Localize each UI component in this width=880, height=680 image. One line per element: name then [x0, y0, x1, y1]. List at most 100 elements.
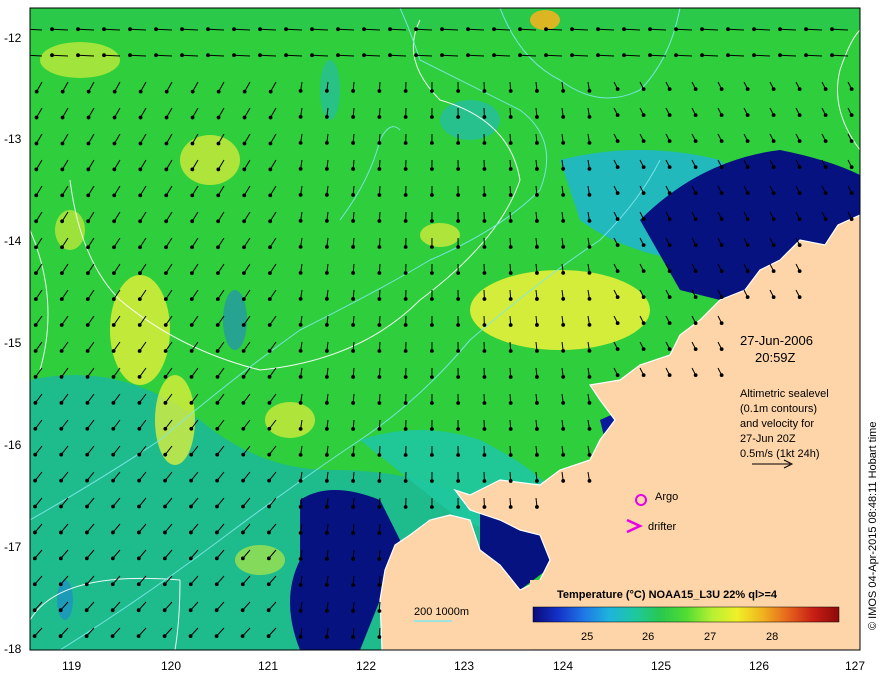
- velocity-arrow-head: [258, 53, 262, 58]
- velocity-arrow-head: [190, 193, 195, 198]
- velocity-arrow-head: [797, 139, 802, 144]
- velocity-arrow-head: [482, 219, 487, 223]
- velocity-arrow-head: [268, 141, 273, 146]
- velocity-arrow-head: [771, 139, 776, 144]
- lon-tick-label: 126: [749, 659, 769, 673]
- velocity-arrow-head: [216, 141, 221, 146]
- velocity-arrow-head: [215, 374, 220, 379]
- velocity-arrow-head: [482, 271, 487, 275]
- velocity-arrow-head: [561, 89, 566, 93]
- velocity-arrow-head: [849, 87, 854, 92]
- velocity-arrow-head: [111, 374, 116, 379]
- velocity-arrow-head: [60, 193, 65, 198]
- velocity-arrow-head: [535, 453, 539, 457]
- velocity-arrow-head: [189, 349, 194, 353]
- velocity-arrow-head: [298, 296, 303, 301]
- velocity-arrow-head: [351, 583, 356, 587]
- velocity-arrow-head: [849, 113, 854, 118]
- velocity-arrow-head: [324, 297, 329, 301]
- velocity-arrow-head: [377, 635, 382, 639]
- velocity-arrow-head: [693, 243, 698, 248]
- velocity-arrow-head: [351, 271, 356, 275]
- velocity-arrow-head: [298, 634, 303, 639]
- velocity-arrow-head: [456, 89, 461, 93]
- velocity-arrow-head: [324, 635, 329, 639]
- velocity-arrow-head: [456, 245, 461, 249]
- lat-tick-label: -15: [4, 336, 22, 350]
- velocity-arrow-head: [615, 347, 620, 352]
- velocity-arrow-head: [111, 400, 116, 405]
- velocity-arrow-head: [298, 608, 303, 613]
- velocity-arrow-head: [189, 504, 193, 509]
- velocity-arrow-head: [324, 505, 329, 509]
- velocity-arrow-head: [163, 297, 168, 302]
- velocity-arrow-head: [561, 271, 566, 275]
- velocity-arrow-head: [86, 115, 91, 120]
- velocity-arrow-head: [298, 504, 303, 509]
- velocity-arrow-head: [190, 219, 195, 224]
- velocity-arrow-head: [771, 243, 776, 248]
- velocity-arrow-head: [667, 191, 672, 196]
- velocity-arrow-head: [641, 165, 646, 170]
- legend-title: Temperature (°C) NOAA15_L3U 22% ql>=4: [557, 589, 778, 601]
- velocity-arrow-head: [242, 193, 247, 198]
- velocity-arrow-head: [59, 374, 64, 379]
- velocity-arrow-head: [700, 27, 704, 32]
- lat-tick-label: -17: [4, 540, 22, 554]
- velocity-arrow-head: [719, 373, 724, 378]
- velocity-arrow-head: [587, 374, 592, 379]
- velocity-arrow-head: [137, 349, 142, 353]
- velocity-arrow-head: [58, 582, 63, 587]
- lat-tick-label: -18: [4, 642, 22, 656]
- velocity-arrow-head: [33, 530, 37, 535]
- velocity-arrow-head: [162, 634, 167, 639]
- velocity-arrow-head: [138, 141, 143, 146]
- velocity-arrow-head: [430, 245, 434, 249]
- velocity-arrow-head: [85, 504, 89, 509]
- velocity-arrow-head: [232, 53, 236, 58]
- velocity-arrow-head: [508, 245, 513, 249]
- velocity-arrow-head: [797, 295, 802, 300]
- velocity-arrow-head: [377, 583, 382, 587]
- velocity-arrow-head: [351, 453, 356, 457]
- velocity-arrow-head: [215, 426, 220, 431]
- velocity-arrow-head: [59, 349, 64, 353]
- velocity-arrow-head: [267, 426, 272, 431]
- velocity-arrow-head: [377, 505, 382, 509]
- velocity-arrow-head: [324, 557, 329, 561]
- lon-tick-label: 122: [356, 659, 376, 673]
- velocity-arrow-head: [403, 271, 408, 275]
- velocity-arrow-head: [456, 297, 461, 301]
- credit-text: © IMOS 04-Apr-2015 08:48:11 Hobart time: [867, 422, 879, 630]
- velocity-arrow-head: [771, 269, 776, 274]
- velocity-arrow-head: [456, 219, 461, 223]
- velocity-arrow-head: [587, 270, 592, 275]
- velocity-arrow-head: [377, 479, 382, 483]
- velocity-arrow-head: [215, 452, 220, 457]
- velocity-arrow-head: [797, 165, 802, 170]
- velocity-arrow-head: [267, 323, 272, 327]
- velocity-arrow-head: [482, 375, 487, 379]
- velocity-arrow-head: [298, 218, 303, 223]
- info-line-2: (0.1m contours): [740, 403, 817, 415]
- velocity-arrow-head: [693, 139, 698, 144]
- velocity-arrow-head: [615, 217, 620, 222]
- velocity-arrow-head: [544, 27, 548, 32]
- velocity-arrow-head: [482, 479, 487, 483]
- velocity-arrow-head: [215, 323, 220, 327]
- lat-tick-label: -14: [4, 234, 22, 248]
- velocity-arrow-head: [745, 165, 750, 170]
- velocity-arrow-head: [34, 271, 38, 276]
- velocity-arrow-head: [430, 167, 434, 171]
- velocity-arrow-head: [189, 374, 194, 379]
- velocity-arrow-head: [377, 427, 382, 431]
- velocity-arrow-head: [351, 401, 356, 405]
- velocity-arrow-head: [25, 28, 28, 31]
- velocity-arrow-head: [377, 193, 382, 197]
- velocity-arrow-head: [377, 323, 382, 327]
- velocity-arrow-head: [214, 608, 219, 613]
- velocity-arrow-head: [111, 530, 115, 535]
- velocity-arrow-head: [456, 427, 461, 431]
- velocity-arrow-head: [336, 27, 340, 32]
- velocity-arrow-head: [641, 373, 646, 378]
